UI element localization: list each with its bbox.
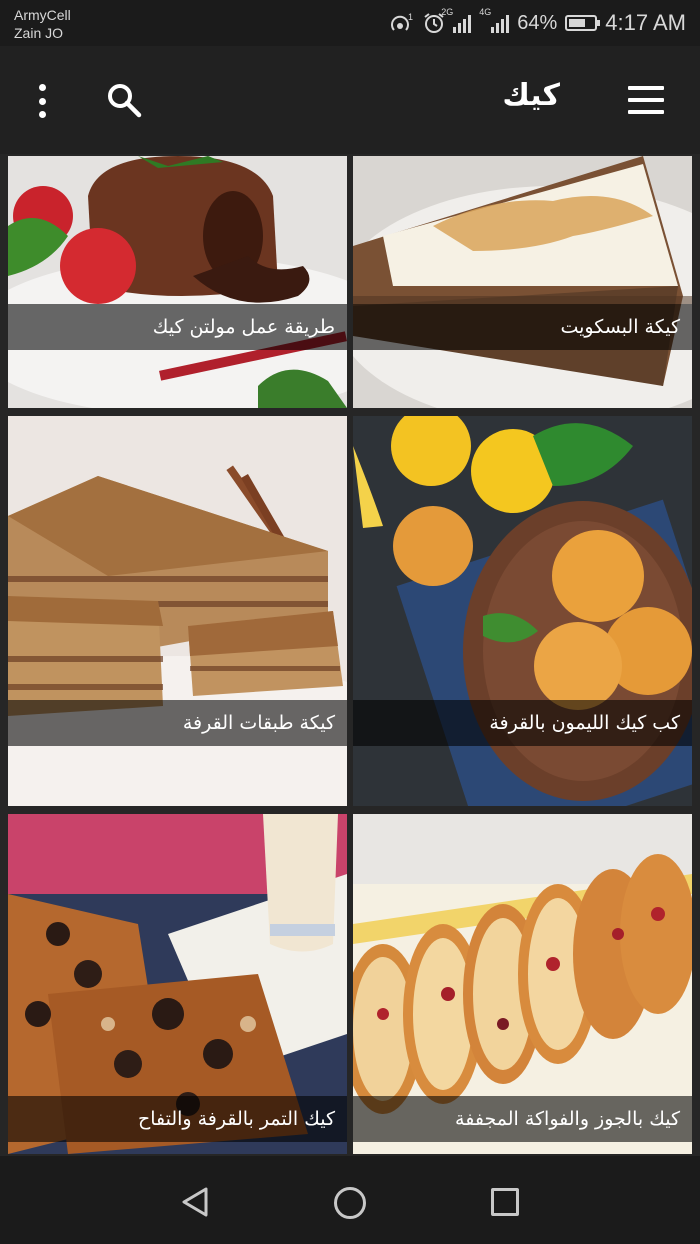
recipe-title: كب كيك الليمون بالقرفة <box>353 700 692 746</box>
system-nav-bar <box>0 1156 700 1244</box>
svg-text:1: 1 <box>408 12 413 22</box>
status-bar: ArmyCell Zain JO 1 2G 4G 64% 4:17 AM <box>0 0 700 46</box>
carrier-name: ArmyCell <box>14 7 71 23</box>
recipe-image <box>353 416 692 806</box>
recipe-card-cinnamon-layer-cake[interactable]: كيكة طبقات القرفة <box>8 416 347 806</box>
network-2g-label: 2G <box>441 7 454 17</box>
hamburger-icon[interactable] <box>628 86 664 114</box>
app-bar: كيك <box>0 46 700 154</box>
recipe-card-lemon-cupcake[interactable]: كب كيك الليمون بالقرفة <box>353 416 692 806</box>
battery-saver-icon <box>565 15 601 31</box>
search-icon[interactable] <box>106 82 142 118</box>
clock: 4:17 AM <box>605 10 686 35</box>
recipe-card-date-apple-cake[interactable]: كيك التمر بالقرفة والتفاح <box>8 814 347 1154</box>
home-circle-icon[interactable] <box>334 1187 366 1219</box>
recipe-card-molten-cake[interactable]: طريقة عمل مولتن كيك <box>8 156 347 408</box>
signal-4g-icon: 4G <box>479 7 510 33</box>
battery-level <box>569 19 585 27</box>
recipe-title: كيكة طبقات القرفة <box>8 700 347 746</box>
recipe-card-walnut-fruit-cake[interactable]: كيك بالجوز والفواكة المجففة <box>353 814 692 1154</box>
status-icons: 1 2G 4G 64% 4:17 AM <box>389 7 686 38</box>
carrier-sub: Zain JO <box>14 25 64 41</box>
recipe-grid: كيكة البسكويت طريقة عمل مولتن كيك كب كيك… <box>0 154 700 1156</box>
recent-apps-square-icon[interactable] <box>491 1188 519 1216</box>
recipe-image <box>8 156 347 408</box>
recipe-title: كيك التمر بالقرفة والتفاح <box>8 1096 347 1142</box>
recipe-title: طريقة عمل مولتن كيك <box>8 304 347 350</box>
more-vert-icon[interactable] <box>34 84 50 118</box>
battery-percent: 64% <box>517 11 558 34</box>
recipe-title: كيكة البسكويت <box>353 304 692 350</box>
recipe-image <box>8 416 347 806</box>
hotspot-icon: 1 <box>391 12 413 31</box>
recipe-title: كيك بالجوز والفواكة المجففة <box>353 1096 692 1142</box>
signal-2g-icon: 2G <box>441 7 472 33</box>
recipe-image <box>353 156 692 408</box>
back-triangle-icon[interactable] <box>180 1186 210 1218</box>
network-4g-label: 4G <box>479 7 492 17</box>
carrier-info: ArmyCell Zain JO <box>14 6 71 42</box>
recipe-card-biscuit-cake[interactable]: كيكة البسكويت <box>353 156 692 408</box>
page-title: كيك <box>502 78 560 113</box>
